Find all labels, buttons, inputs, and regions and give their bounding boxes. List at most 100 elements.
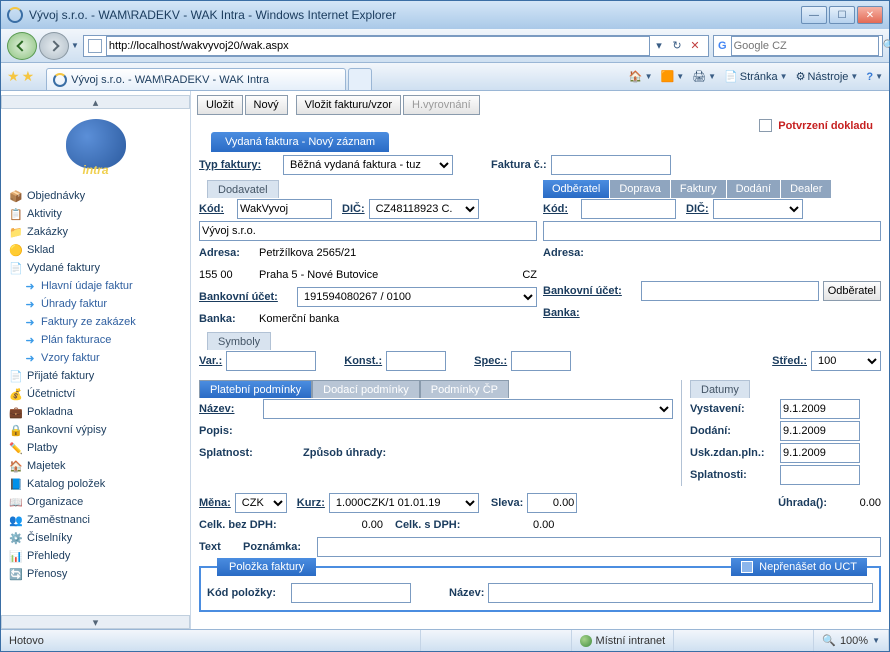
dod-name-input[interactable] [199, 221, 537, 241]
sidebar-item-2[interactable]: 📁Zakázky [1, 223, 190, 241]
polozka-box: Položka faktury Nepřenášet do UCT Kód po… [199, 566, 881, 612]
neprenaset-checkbox[interactable] [741, 561, 753, 573]
sidebar-item-3[interactable]: 🟡Sklad [1, 241, 190, 259]
page-menu[interactable]: 📄Stránka▼ [724, 70, 788, 83]
browser-tab[interactable]: Vývoj s.r.o. - WAM\RADEKV - WAK Intra [46, 68, 346, 90]
odb-tab-4[interactable]: Dealer [781, 180, 831, 198]
minimize-button[interactable]: — [801, 6, 827, 24]
sidebar-label: Zaměstnanci [27, 514, 90, 526]
sidebar-item-19[interactable]: ⚙️Číselníky [1, 529, 190, 547]
faktura-c-input[interactable] [551, 155, 671, 175]
add-favorite-icon[interactable]: ★ [22, 68, 35, 85]
pozn-input[interactable] [317, 537, 881, 557]
sidebar-item-16[interactable]: 📘Katalog položek [1, 475, 190, 493]
odb-kod-input[interactable] [581, 199, 676, 219]
sidebar-label: Přenosy [27, 568, 67, 580]
sidebar-label: Hlavní údaje faktur [41, 280, 133, 292]
zone-cell: Místní intranet [572, 630, 675, 651]
close-button[interactable]: ✕ [857, 6, 883, 24]
help-button[interactable]: ?▼ [866, 71, 883, 83]
tools-menu[interactable]: ⚙Nástroje▼ [796, 70, 859, 83]
insert-invoice-button[interactable]: Vložit fakturu/vzor [296, 95, 401, 115]
back-button[interactable] [7, 32, 37, 60]
address-bar[interactable]: ▾ ↻ ✕ [83, 35, 709, 57]
search-box[interactable]: G 🔍 [713, 35, 883, 57]
odb-tab-0[interactable]: Odběratel [543, 180, 609, 198]
sidebar-item-14[interactable]: ✏️Platby [1, 439, 190, 457]
sidebar-label: Číselníky [27, 532, 72, 544]
refresh-button[interactable]: ↻ [668, 39, 686, 52]
sidebar-item-4[interactable]: 📄Vydané faktury [1, 259, 190, 277]
sidebar-item-20[interactable]: 📊Přehledy [1, 547, 190, 565]
sidebar-item-13[interactable]: 🔒Bankovní výpisy [1, 421, 190, 439]
stop-button[interactable]: ✕ [686, 39, 704, 52]
pp-tab-2[interactable]: Podmínky ČP [420, 380, 509, 398]
new-tab-button[interactable] [348, 68, 372, 90]
kurz-select[interactable]: 1.000CZK/1 01.01.19 [329, 493, 479, 513]
stred-select[interactable]: 100 [811, 351, 881, 371]
dod-bu-select[interactable]: 191594080267 / 0100 [297, 287, 537, 307]
d-usk-input[interactable] [780, 443, 860, 463]
sidebar-item-6[interactable]: ➜Úhrady faktur [1, 295, 190, 313]
sleva-input[interactable] [527, 493, 577, 513]
pp-tab-0[interactable]: Platební podmínky [199, 380, 312, 398]
confirm-checkbox[interactable] [759, 119, 772, 132]
forward-button[interactable] [39, 32, 69, 60]
hvyrovnani-button[interactable]: H.vyrovnání [403, 95, 480, 115]
home-button[interactable]: 🏠▼ [629, 70, 653, 83]
typ-faktury-select[interactable]: Běžná vydaná faktura - tuz [283, 155, 453, 175]
address-dropdown[interactable]: ▾ [650, 39, 668, 52]
sidebar-item-9[interactable]: ➜Vzory faktur [1, 349, 190, 367]
spec-input[interactable] [511, 351, 571, 371]
sidebar-item-1[interactable]: 📋Aktivity [1, 205, 190, 223]
d-dodani-input[interactable] [780, 421, 860, 441]
print-button[interactable]: 🖨▼ [692, 70, 716, 83]
odb-tab-1[interactable]: Doprava [610, 180, 670, 198]
sidebar-item-5[interactable]: ➜Hlavní údaje faktur [1, 277, 190, 295]
text-label: Text [199, 541, 239, 553]
save-button[interactable]: Uložit [197, 95, 243, 115]
sidebar-item-17[interactable]: 📖Organizace [1, 493, 190, 511]
sidebar-item-11[interactable]: 💰Účetnictví [1, 385, 190, 403]
search-button[interactable]: 🔍 [883, 39, 890, 52]
sidebar-item-21[interactable]: 🔄Přenosy [1, 565, 190, 583]
sidebar-item-10[interactable]: 📄Přijaté faktury [1, 367, 190, 385]
odb-tab-2[interactable]: Faktury [671, 180, 726, 198]
d-splatnosti-input[interactable] [780, 465, 860, 485]
konst-input[interactable] [386, 351, 446, 371]
zoom-cell[interactable]: 🔍 100% ▼ [814, 630, 889, 651]
sidebar-item-0[interactable]: 📦Objednávky [1, 187, 190, 205]
odb-dic-select[interactable] [713, 199, 803, 219]
polozka-flag[interactable]: Nepřenášet do UCT [731, 558, 867, 576]
pol-kod-input[interactable] [291, 583, 411, 603]
sidebar-item-18[interactable]: 👥Zaměstnanci [1, 511, 190, 529]
faktura-c-label: Faktura č.: [491, 159, 547, 171]
odb-tab-3[interactable]: Dodání [727, 180, 780, 198]
sidebar-item-15[interactable]: 🏠Majetek [1, 457, 190, 475]
mena-select[interactable]: CZK [235, 493, 287, 513]
sidebar-item-8[interactable]: ➜Plán fakturace [1, 331, 190, 349]
new-button[interactable]: Nový [245, 95, 288, 115]
feeds-button[interactable]: 🟧▼ [661, 70, 685, 83]
pp-nazev-select[interactable] [263, 399, 673, 419]
odb-name-input[interactable] [543, 221, 881, 241]
sidebar-item-7[interactable]: ➜Faktury ze zakázek [1, 313, 190, 331]
d-vystaveni-input[interactable] [780, 399, 860, 419]
sidebar-item-12[interactable]: 💼Pokladna [1, 403, 190, 421]
sidebar-scroll-down[interactable]: ▾ [1, 615, 190, 629]
var-input[interactable] [226, 351, 316, 371]
pp-tab-1[interactable]: Dodací podmínky [312, 380, 420, 398]
sdph-label: Celk. s DPH: [395, 519, 460, 531]
maximize-button[interactable]: ☐ [829, 6, 855, 24]
odb-bu-input[interactable] [641, 281, 819, 301]
nav-history-dropdown[interactable]: ▼ [71, 41, 79, 50]
dod-dic-select[interactable]: CZ48118923 C. [369, 199, 479, 219]
pol-nazev-input[interactable] [488, 583, 873, 603]
sidebar-scroll-up[interactable]: ▴ [1, 95, 190, 109]
dod-kod-input[interactable] [237, 199, 332, 219]
search-input[interactable] [731, 36, 879, 56]
odberatel-button[interactable]: Odběratel [823, 281, 881, 301]
url-input[interactable] [106, 36, 650, 56]
favorites-icon[interactable]: ★ [7, 68, 20, 85]
sidebar-icon: 📋 [9, 207, 23, 221]
